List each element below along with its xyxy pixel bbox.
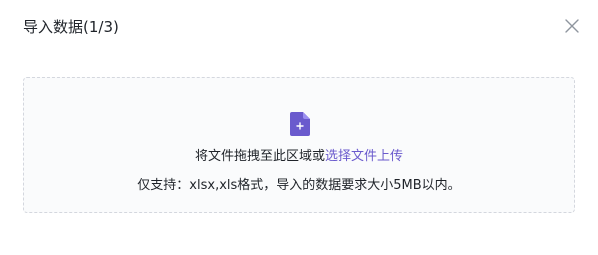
format-hint: 仅支持：xlsx,xls格式，导入的数据要求大小5MB以内。 (137, 178, 461, 193)
close-button[interactable] (563, 17, 581, 35)
dialog-title: 导入数据(1/3) (23, 18, 119, 36)
drop-hint: 将文件拖拽至此区域或选择文件上传 (24, 148, 574, 166)
file-plus-icon (290, 112, 310, 136)
close-icon (565, 19, 579, 33)
select-file-link[interactable]: 选择文件上传 (325, 149, 403, 164)
import-data-dialog: 导入数据(1/3) 将文件拖拽至此区域或选择文件上传 仅支持：xlsx,xls格… (0, 0, 598, 255)
file-drop-zone[interactable]: 将文件拖拽至此区域或选择文件上传 仅支持：xlsx,xls格式，导入的数据要求大… (23, 77, 575, 213)
dialog-header: 导入数据(1/3) (0, 0, 598, 54)
drop-hint-text: 将文件拖拽至此区域或 (194, 149, 325, 164)
